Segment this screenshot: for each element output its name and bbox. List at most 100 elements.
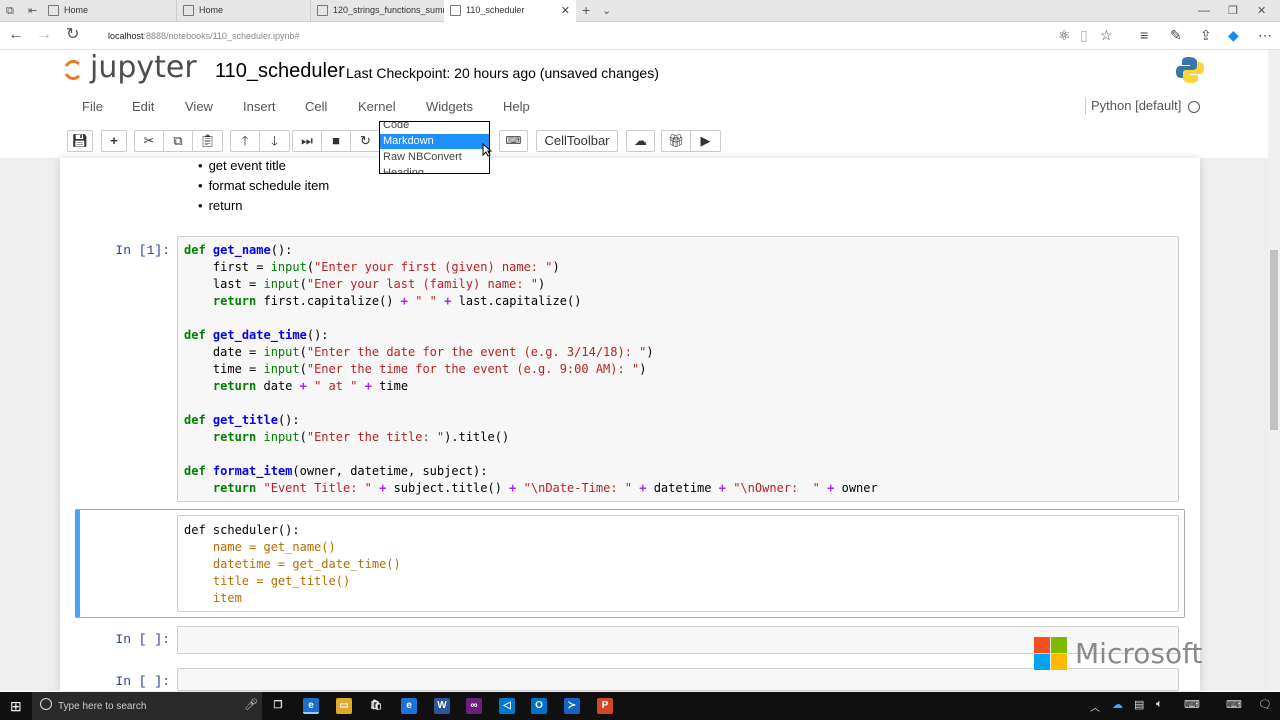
reading-view-icon[interactable]: ▯ bbox=[1080, 28, 1088, 42]
present-button[interactable]: ▶ bbox=[691, 131, 720, 151]
scrollbar-thumb[interactable] bbox=[1270, 250, 1278, 430]
gift-icon: 🎁︎ bbox=[667, 133, 685, 148]
visual-studio-icon[interactable]: ∞ bbox=[466, 698, 482, 714]
menu-insert[interactable]: Insert bbox=[243, 99, 276, 114]
move-down-button[interactable]: 🡓 bbox=[260, 131, 289, 151]
run-button[interactable]: ⏭︎ bbox=[293, 131, 322, 151]
keyboard-tray-icon[interactable]: ⌨ bbox=[1226, 698, 1242, 711]
hub-icon[interactable]: ≡ bbox=[1140, 28, 1148, 42]
code-cell-2-source: def scheduler(): name = get_name() datet… bbox=[184, 523, 401, 605]
scissors-icon: ✂ bbox=[143, 133, 155, 148]
mouse-cursor-icon bbox=[482, 143, 492, 157]
restart-button[interactable]: ↻ bbox=[351, 131, 380, 151]
menu-file[interactable]: File bbox=[82, 99, 103, 114]
keyboard-icon: ⌨ bbox=[505, 135, 522, 147]
paste-button[interactable]: 📋︎ bbox=[193, 131, 222, 151]
celltoolbar-button[interactable]: CellToolbar bbox=[536, 130, 618, 152]
cell-type-option[interactable]: Heading bbox=[380, 166, 489, 173]
tab-back-icon[interactable]: ⇤ bbox=[28, 3, 37, 19]
new-tab-icon[interactable]: + bbox=[582, 2, 590, 18]
store-icon[interactable]: 🛍︎ bbox=[368, 698, 384, 714]
share-icon[interactable]: ⇪ bbox=[1200, 28, 1212, 42]
minimize-icon[interactable]: — bbox=[1198, 2, 1210, 18]
task-view-icon[interactable]: ❐ bbox=[270, 698, 286, 714]
tab-scheduler[interactable]: 110_scheduler ✕ bbox=[444, 0, 576, 23]
powerpoint-icon[interactable]: P bbox=[597, 698, 613, 714]
menu-view[interactable]: View bbox=[185, 99, 213, 114]
save-button[interactable]: 💾︎ bbox=[67, 130, 93, 152]
page-icon bbox=[48, 5, 59, 16]
cut-button[interactable]: ✂ bbox=[135, 131, 164, 151]
network-icon[interactable]: ▤ bbox=[1134, 698, 1144, 711]
cell-type-select[interactable]: Code Markdown Raw NBConvert Heading bbox=[379, 121, 490, 174]
command-palette-button[interactable]: ⌨ bbox=[499, 130, 528, 152]
refresh-icon[interactable]: ↻ bbox=[66, 27, 79, 43]
run-group: ⏭︎ ■ ↻ bbox=[292, 130, 381, 152]
notifications-icon[interactable]: 🗨︎ bbox=[1258, 698, 1272, 711]
word-icon[interactable]: W bbox=[434, 698, 450, 714]
cell-prompt: In [ ]: bbox=[115, 674, 170, 689]
tab-home-1[interactable]: Home bbox=[42, 0, 176, 22]
move-up-button[interactable]: 🡑 bbox=[231, 131, 260, 151]
more-icon[interactable]: ⋯ bbox=[1258, 28, 1272, 42]
window-close-icon[interactable]: ✕ bbox=[1257, 3, 1266, 19]
arrow-up-icon: 🡑 bbox=[241, 133, 249, 148]
empty-code-cell[interactable] bbox=[177, 668, 1179, 691]
favorite-star-icon[interactable]: ☆ bbox=[1100, 28, 1113, 42]
onedrive-icon[interactable]: ☁ bbox=[1112, 698, 1123, 711]
cell-type-option[interactable]: Markdown bbox=[380, 134, 489, 149]
tab-actions-icon[interactable]: ⧉ bbox=[6, 3, 14, 19]
upload-button[interactable]: ☁ bbox=[626, 130, 655, 152]
tab-label: 110_scheduler bbox=[466, 5, 525, 15]
forward-arrow-icon[interactable]: → bbox=[36, 27, 52, 43]
gift-button[interactable]: 🎁︎ bbox=[662, 131, 691, 151]
chevron-down-icon[interactable]: ⌄ bbox=[602, 3, 611, 19]
kernel-indicator: Python [default] bbox=[1085, 98, 1181, 115]
cell-type-option[interactable]: Code bbox=[380, 122, 489, 133]
menu-kernel[interactable]: Kernel bbox=[358, 99, 396, 114]
pen-icon[interactable]: ✎ bbox=[1170, 28, 1182, 42]
copy-button[interactable]: ⧉ bbox=[164, 131, 193, 151]
vscode-icon[interactable]: ◁ bbox=[499, 698, 515, 714]
powershell-icon[interactable]: ≻ bbox=[564, 698, 580, 714]
menu-help[interactable]: Help bbox=[503, 99, 530, 114]
cell-type-option[interactable]: Raw NBConvert bbox=[380, 150, 489, 165]
file-explorer-icon[interactable]: ▭ bbox=[336, 698, 352, 714]
menu-edit[interactable]: Edit bbox=[132, 99, 154, 114]
keyboard-layout-icon[interactable]: ⌨ bbox=[1184, 698, 1200, 711]
arrow-down-icon: 🡓 bbox=[271, 133, 278, 148]
step-forward-icon: ⏭︎ bbox=[301, 133, 313, 148]
outlook-icon[interactable]: O bbox=[531, 698, 547, 714]
move-group: 🡑 🡓 bbox=[230, 130, 290, 152]
menu-cell[interactable]: Cell bbox=[305, 99, 327, 114]
tab-home-2[interactable]: Home bbox=[176, 0, 310, 22]
tab-label: Home bbox=[199, 5, 224, 15]
insert-cell-button[interactable]: + bbox=[101, 130, 127, 152]
back-arrow-icon[interactable]: ← bbox=[8, 27, 24, 43]
edge-browser-icon[interactable]: e bbox=[303, 698, 319, 714]
interrupt-button[interactable]: ■ bbox=[322, 131, 351, 151]
extras-group: 🎁︎ ▶ bbox=[661, 130, 721, 152]
video-play-icon: ▶ bbox=[700, 133, 711, 148]
restore-icon[interactable]: ❐ bbox=[1228, 3, 1238, 19]
tab-strings-functions[interactable]: 120_strings_functions_sumn bbox=[310, 0, 448, 22]
microsoft-watermark: Microsoft bbox=[1075, 637, 1203, 670]
extension-icon[interactable]: ⚛ bbox=[1058, 28, 1071, 42]
microsoft-logo-icon bbox=[1034, 637, 1068, 676]
page-icon bbox=[317, 5, 328, 16]
menu-widgets[interactable]: Widgets bbox=[426, 99, 473, 114]
address-host: localhost bbox=[108, 31, 144, 41]
browser-nav-bar: ← → ↻ localhost:8888/notebooks/110_sched… bbox=[0, 22, 1280, 50]
notebook-title[interactable]: 110_scheduler bbox=[215, 60, 345, 83]
address-bar[interactable]: localhost:8888/notebooks/110_scheduler.i… bbox=[108, 31, 300, 41]
ie-browser-icon[interactable]: e bbox=[401, 698, 417, 714]
empty-code-cell[interactable] bbox=[177, 626, 1179, 654]
copy-icon: ⧉ bbox=[173, 133, 183, 148]
clipboard-group: ✂ ⧉ 📋︎ bbox=[134, 130, 223, 152]
extension-blue-icon[interactable]: ◆ bbox=[1228, 28, 1239, 42]
close-icon[interactable]: ✕ bbox=[561, 4, 570, 17]
microphone-icon[interactable]: 🎤︎ bbox=[244, 698, 258, 711]
windows-start-icon[interactable]: ⊞ bbox=[10, 698, 22, 715]
volume-icon[interactable]: 🔈︎ bbox=[1156, 698, 1163, 711]
chevron-up-icon[interactable]: ︿ bbox=[1090, 699, 1100, 714]
